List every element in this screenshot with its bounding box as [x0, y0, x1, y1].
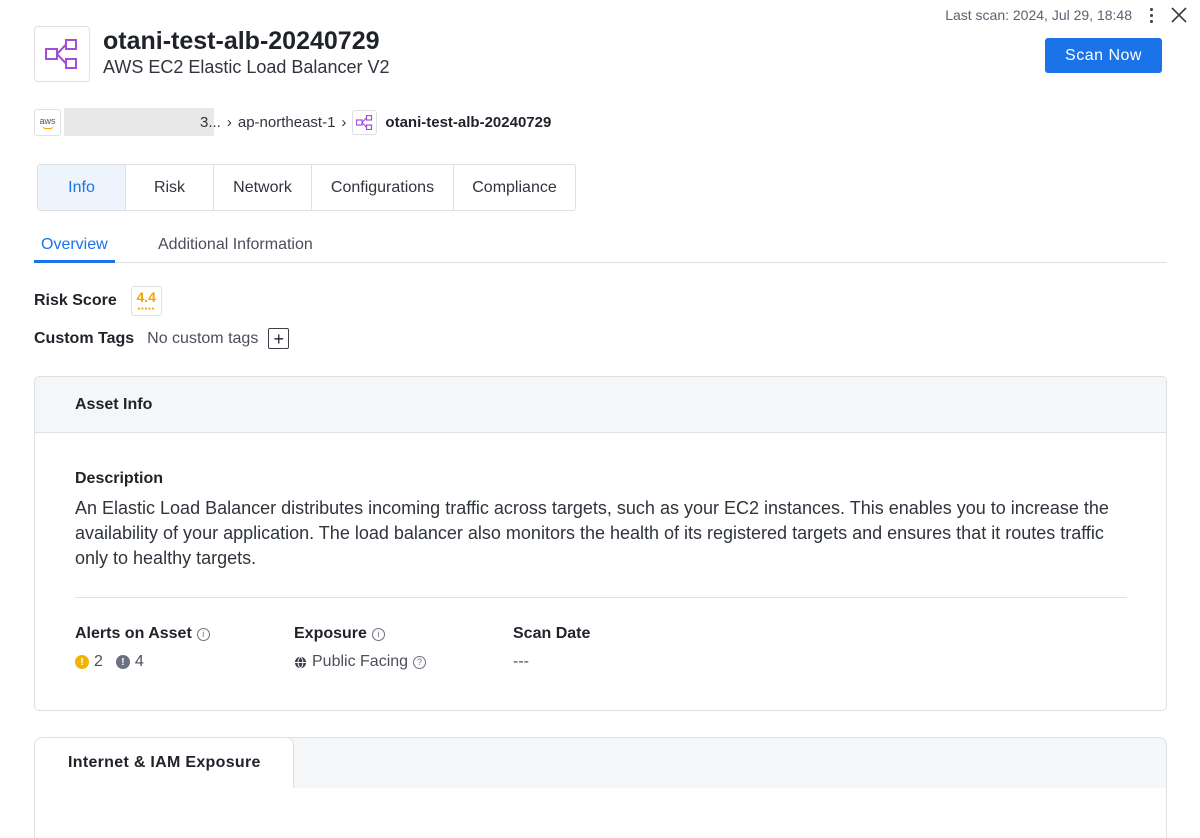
asset-info-title: Asset Info [35, 377, 1166, 433]
redacted-account [64, 108, 214, 136]
exposure-card: Internet & IAM Exposure [34, 737, 1167, 838]
risk-score-row: Risk Score 4.4 ●●●●● [34, 286, 162, 316]
warning-alert-count[interactable]: 2 [94, 653, 103, 671]
breadcrumb-current: otani-test-alb-20240729 [385, 113, 552, 131]
exposure-value: Public Facing [312, 653, 409, 670]
alerts-column: Alerts on Asset i ! 2 ! 4 [75, 625, 210, 671]
custom-tags-row: Custom Tags No custom tags + [34, 328, 290, 349]
aws-logo-icon: aws [34, 108, 61, 136]
tab-internet-iam-exposure[interactable]: Internet & IAM Exposure [35, 738, 294, 788]
load-balancer-icon [352, 109, 378, 135]
risk-meter-icon: ●●●●● [137, 306, 156, 312]
tab-configurations[interactable]: Configurations [312, 165, 454, 210]
risk-score-label: Risk Score [34, 292, 117, 309]
info-icon[interactable]: i [371, 627, 385, 641]
tab-risk[interactable]: Risk [126, 165, 214, 210]
breadcrumb-account[interactable]: 3... [200, 114, 221, 131]
page-title: otani-test-alb-20240729 [103, 27, 380, 55]
more-options-icon[interactable] [1146, 7, 1156, 23]
subtab-additional-information[interactable]: Additional Information [158, 236, 313, 262]
description-text: An Elastic Load Balancer distributes inc… [75, 498, 1109, 568]
risk-score-badge[interactable]: 4.4 ●●●●● [130, 286, 162, 316]
scan-date-column: Scan Date --- [513, 625, 590, 671]
custom-tags-empty: No custom tags [147, 329, 259, 347]
tab-network[interactable]: Network [214, 165, 312, 210]
chevron-right-icon: › [226, 113, 232, 131]
globe-icon [294, 656, 307, 668]
main-tabs: Info Risk Network Configurations Complia… [37, 164, 576, 211]
tab-compliance[interactable]: Compliance [454, 165, 575, 210]
exposure-card-body [35, 788, 1166, 838]
asset-type: AWS EC2 Elastic Load Balancer V2 [103, 57, 390, 77]
chevron-right-icon: › [341, 113, 347, 131]
breadcrumb-region[interactable]: ap-northeast-1 [238, 114, 336, 131]
divider [75, 597, 1127, 598]
info-alert-icon: ! [115, 655, 130, 669]
tab-info[interactable]: Info [38, 165, 126, 210]
exposure-column: Exposure i Public Facing ? [294, 625, 427, 671]
info-icon[interactable]: i [196, 627, 210, 641]
asset-info-card: Asset Info Description An Elastic Load B… [34, 376, 1167, 711]
risk-score-value: 4.4 [136, 289, 156, 305]
help-icon[interactable]: ? [413, 655, 427, 669]
exposure-label: Exposure [294, 625, 367, 642]
breadcrumb: aws 3... › ap-northeast-1 › otani-test-a… [34, 108, 551, 136]
description-label: Description [75, 470, 164, 487]
custom-tags-label: Custom Tags [34, 329, 135, 347]
scan-now-button[interactable]: Scan Now [1045, 38, 1162, 73]
close-icon[interactable] [1170, 6, 1188, 24]
warning-alert-icon: ! [75, 655, 89, 669]
sub-tabs: Overview Additional Information [34, 232, 1167, 263]
info-alert-count[interactable]: 4 [135, 653, 144, 671]
subtab-overview[interactable]: Overview [34, 236, 115, 263]
scan-date-value: --- [513, 653, 529, 670]
add-tag-button[interactable]: + [268, 328, 290, 349]
alerts-label: Alerts on Asset [75, 625, 192, 642]
load-balancer-icon [34, 26, 90, 82]
top-bar: Last scan: 2024, Jul 29, 18:48 [945, 6, 1188, 24]
last-scan-text: Last scan: 2024, Jul 29, 18:48 [945, 7, 1132, 23]
scan-date-label: Scan Date [513, 625, 591, 642]
